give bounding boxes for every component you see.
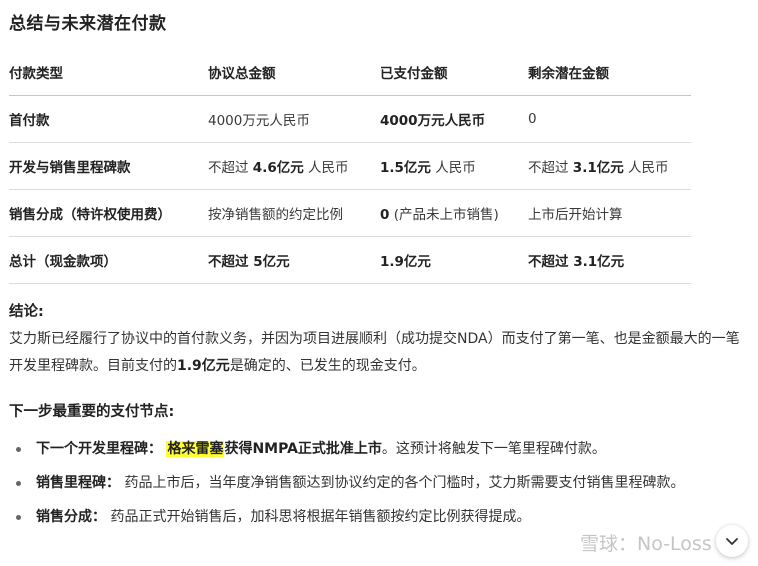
next-steps-heading: 下一步最重要的支付节点: xyxy=(9,404,175,420)
conclusion-paragraph: 艾力斯已经履行了协议中的首付款义务，并因为项目进展顺利（成功提交NDA）而支付了… xyxy=(9,331,740,374)
table-row: 总计（现金款项） 不超过 5亿元 1.9亿元 不超过 3.1亿元 xyxy=(9,236,691,284)
paid-amount: 1.9亿元 xyxy=(177,358,230,374)
cell-paid: 1.9亿元 xyxy=(380,236,528,284)
list-item: 销售里程碑： 药品上市后，当年度净销售额达到协议约定的各个门槛时，艾力斯需要支付… xyxy=(0,470,758,496)
cell-type: 首付款 xyxy=(9,95,208,143)
cell-total: 不超过 5亿元 xyxy=(208,236,380,284)
cell-paid: 4000万元人民币 xyxy=(380,95,528,143)
cell-type: 开发与销售里程碑款 xyxy=(9,142,208,190)
cell-type: 总计（现金款项） xyxy=(9,236,208,284)
payment-summary-table: 付款类型 协议总金额 已支付金额 剩余潜在金额 首付款 4000万元人民币 40… xyxy=(9,48,691,284)
table-row: 销售分成（特许权使用费） 按净销售额的约定比例 0 (产品未上市销售) 上市后开… xyxy=(9,189,691,237)
cell-remaining: 不超过 3.1亿元 人民币 xyxy=(528,142,691,190)
chevron-down-icon xyxy=(726,538,738,545)
cell-total: 按净销售额的约定比例 xyxy=(208,189,380,237)
highlighted-drug-name: 格来雷塞 xyxy=(166,441,225,457)
cell-total: 不超过 4.6亿元 人民币 xyxy=(208,142,380,190)
bullet-icon xyxy=(16,481,21,486)
cell-paid: 0 (产品未上市销售) xyxy=(380,189,528,237)
page-title: 总结与未来潜在付款 xyxy=(9,14,167,34)
table-row: 开发与销售里程碑款 不超过 4.6亿元 人民币 1.5亿元 人民币 不超过 3.… xyxy=(9,142,691,190)
bullet-icon xyxy=(16,515,21,520)
next-steps-list: 下一个开发里程碑： 格来雷塞获得NMPA正式批准上市。这预计将触发下一笔里程碑付… xyxy=(0,436,758,538)
list-item: 销售分成： 药品正式开始销售后，加科思将根据年销售额按约定比例获得提成。 xyxy=(0,504,758,530)
column-header-remaining: 剩余潜在金额 xyxy=(528,48,691,96)
cell-total: 4000万元人民币 xyxy=(208,95,380,143)
cell-type: 销售分成（特许权使用费） xyxy=(9,189,208,237)
column-header-type: 付款类型 xyxy=(9,48,208,96)
list-item: 下一个开发里程碑： 格来雷塞获得NMPA正式批准上市。这预计将触发下一笔里程碑付… xyxy=(0,436,758,462)
scroll-down-button[interactable] xyxy=(716,525,748,557)
table-row: 首付款 4000万元人民币 4000万元人民币 0 xyxy=(9,95,691,143)
cell-remaining: 不超过 3.1亿元 xyxy=(528,236,691,284)
watermark: 雪球：No-Loss xyxy=(580,533,712,555)
table-header-row: 付款类型 协议总金额 已支付金额 剩余潜在金额 xyxy=(9,48,691,96)
conclusion-heading: 结论: xyxy=(9,304,44,320)
cell-paid: 1.5亿元 人民币 xyxy=(380,142,528,190)
column-header-paid: 已支付金额 xyxy=(380,48,528,96)
column-header-total: 协议总金额 xyxy=(208,48,380,96)
cell-remaining: 0 xyxy=(528,95,691,143)
cell-remaining: 上市后开始计算 xyxy=(528,189,691,237)
bullet-icon xyxy=(16,447,21,452)
